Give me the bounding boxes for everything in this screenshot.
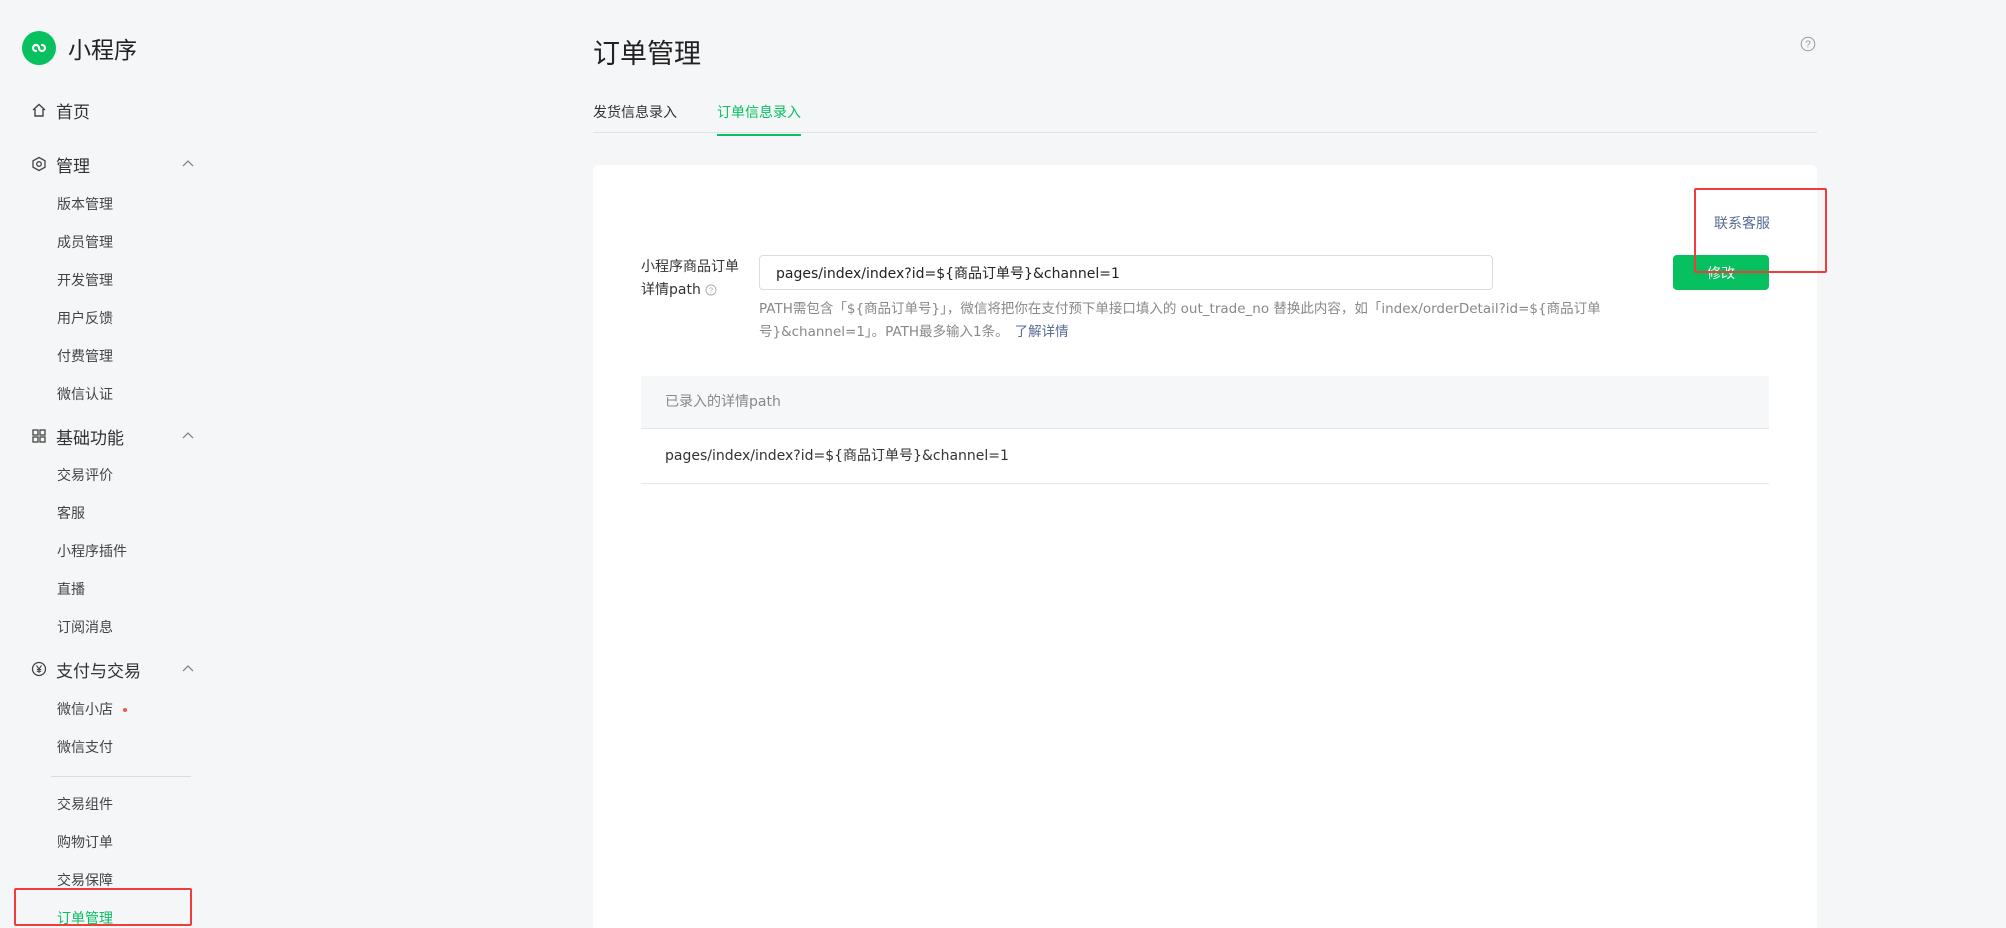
grid-icon	[30, 427, 48, 445]
sidebar-group-manage[interactable]: 管理	[30, 150, 200, 178]
sidebar-item-verify[interactable]: 微信认证	[57, 384, 113, 406]
sidebar-item-shop[interactable]: 微信小店	[57, 699, 127, 721]
yen-icon	[30, 660, 48, 678]
sidebar-item-home[interactable]: 首页	[30, 96, 90, 124]
path-input[interactable]	[759, 255, 1493, 290]
settings-icon	[30, 155, 48, 173]
tab-shipping-info[interactable]: 发货信息录入	[593, 102, 677, 134]
sidebar-item-review[interactable]: 交易评价	[57, 465, 113, 487]
help-icon[interactable]: ?	[705, 284, 717, 296]
page-title: 订单管理	[593, 39, 701, 70]
sidebar-item-live[interactable]: 直播	[57, 579, 85, 601]
sidebar: 小程序 首页 管理 版本管理 成员管理 开发管理 用户反馈 付费管理 微信认证 …	[0, 0, 210, 928]
sidebar-group-label: 管理	[56, 156, 90, 177]
sidebar-item-label: 微信小店	[57, 702, 113, 718]
table-header: 已录入的详情path	[641, 376, 1769, 429]
path-hint-text: PATH需包含「${商品订单号}」，微信将把你在支付预下单接口填入的 out_t…	[759, 301, 1601, 340]
sidebar-item-version[interactable]: 版本管理	[57, 194, 113, 216]
home-icon	[30, 101, 48, 119]
path-hint: PATH需包含「${商品订单号}」，微信将把你在支付预下单接口填入的 out_t…	[759, 298, 1629, 344]
sidebar-item-dev[interactable]: 开发管理	[57, 270, 113, 292]
sidebar-item-billing[interactable]: 付费管理	[57, 346, 113, 368]
path-field-label: 小程序商品订单详情path?	[641, 256, 747, 302]
chevron-up-icon	[182, 665, 194, 672]
sidebar-item-trade-component[interactable]: 交易组件	[57, 794, 113, 816]
sidebar-group-basic[interactable]: 基础功能	[30, 422, 200, 450]
tab-bar: 发货信息录入 订单信息录入	[593, 98, 1817, 136]
sidebar-item-feedback[interactable]: 用户反馈	[57, 308, 113, 330]
sidebar-group-payment[interactable]: 支付与交易	[30, 655, 200, 683]
path-table: 已录入的详情path pages/index/index?id=${商品订单号}…	[641, 376, 1769, 484]
sidebar-item-wxpay[interactable]: 微信支付	[57, 737, 113, 759]
sidebar-item-label: 首页	[56, 102, 90, 123]
sidebar-item-members[interactable]: 成员管理	[57, 232, 113, 254]
learn-more-link[interactable]: 了解详情	[1015, 324, 1069, 340]
sidebar-item-shopping-orders[interactable]: 购物订单	[57, 832, 113, 854]
chevron-up-icon	[182, 432, 194, 439]
svg-text:?: ?	[1805, 40, 1811, 51]
sidebar-item-subscribe[interactable]: 订阅消息	[57, 617, 113, 639]
miniprogram-logo-icon	[22, 31, 56, 65]
tab-order-info[interactable]: 订单信息录入	[717, 102, 801, 136]
sidebar-item-order-management[interactable]: 订单管理	[57, 908, 113, 928]
edit-button[interactable]: 修改	[1673, 255, 1769, 290]
path-field-label-text: 小程序商品订单详情path	[641, 259, 739, 298]
help-icon[interactable]: ?	[1800, 36, 1816, 52]
sidebar-group-label: 支付与交易	[56, 661, 141, 682]
notification-dot	[123, 708, 127, 712]
sidebar-divider	[51, 776, 191, 777]
sidebar-item-trade-guarantee[interactable]: 交易保障	[57, 870, 113, 892]
contact-support-link[interactable]: 联系客服	[1714, 213, 1770, 233]
brand-name: 小程序	[68, 38, 137, 64]
sidebar-item-plugin[interactable]: 小程序插件	[57, 541, 127, 563]
brand[interactable]: 小程序	[22, 31, 137, 65]
chevron-up-icon	[182, 160, 194, 167]
svg-text:?: ?	[709, 286, 713, 295]
sidebar-group-label: 基础功能	[56, 428, 124, 449]
table-row: pages/index/index?id=${商品订单号}&channel=1	[641, 429, 1769, 484]
sidebar-item-service[interactable]: 客服	[57, 503, 85, 525]
